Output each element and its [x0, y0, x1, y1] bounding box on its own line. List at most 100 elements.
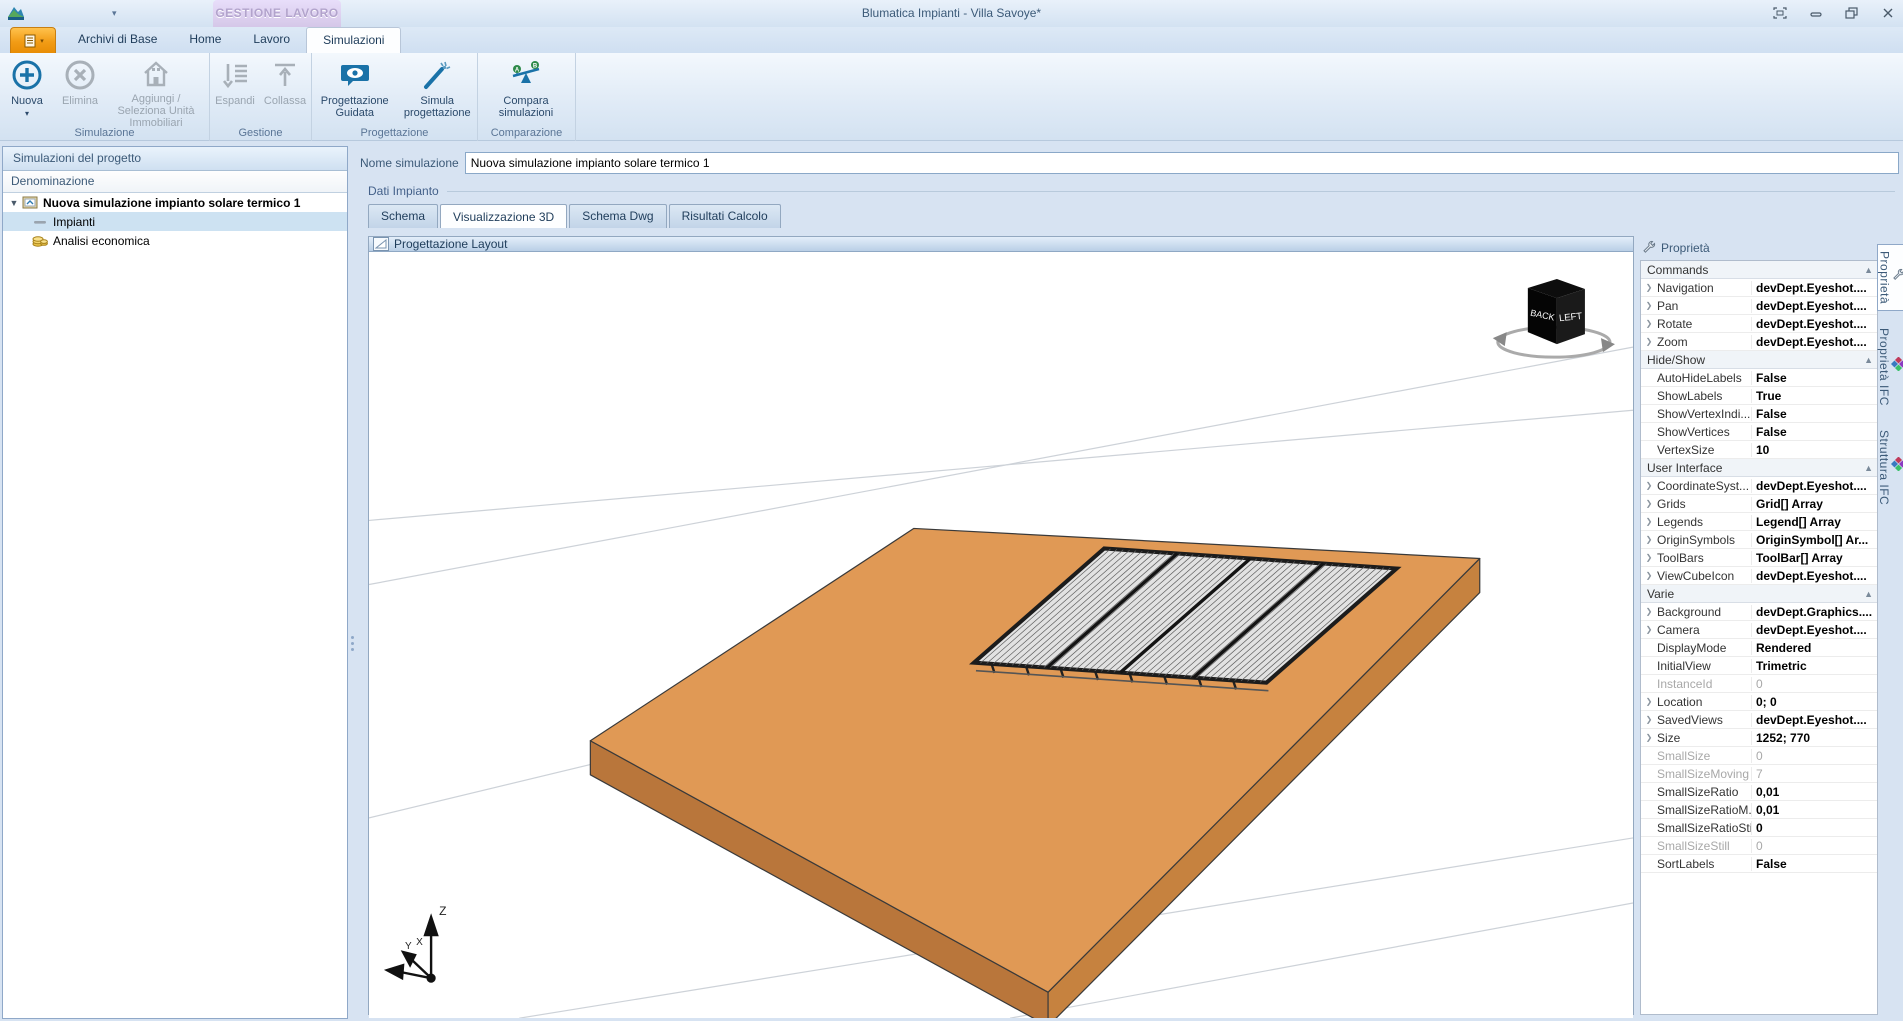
view-cube[interactable]: BACK LEFT [1493, 279, 1615, 357]
tab-simulazioni[interactable]: Simulazioni [306, 27, 401, 53]
property-value[interactable]: devDept.Eyeshot.... [1751, 569, 1877, 583]
property-value[interactable]: 7 [1751, 767, 1877, 781]
property-row[interactable]: DisplayModeRendered [1641, 639, 1877, 657]
property-value[interactable]: 0; 0 [1751, 695, 1877, 709]
tab-schema[interactable]: Schema [368, 204, 438, 228]
tree-item-analisi-economica[interactable]: Analisi economica [3, 231, 347, 250]
tab-risultati-calcolo[interactable]: Risultati Calcolo [669, 204, 781, 228]
compara-simulazioni-button[interactable]: AB Compara simulazioni [478, 56, 574, 123]
property-category[interactable]: Commands▲ [1641, 261, 1877, 279]
property-row[interactable]: ❯ZoomdevDept.Eyeshot.... [1641, 333, 1877, 351]
side-tab-proprieta[interactable]: Proprietà [1877, 244, 1903, 311]
expand-arrow-icon[interactable]: ❯ [1641, 697, 1657, 706]
property-value[interactable]: False [1751, 407, 1877, 421]
property-row[interactable]: ❯ToolBarsToolBar[] Array [1641, 549, 1877, 567]
property-value[interactable]: 0 [1751, 749, 1877, 763]
expand-arrow-icon[interactable]: ❯ [1641, 733, 1657, 742]
simulation-name-input[interactable] [465, 152, 1899, 174]
property-value[interactable]: devDept.Eyeshot.... [1751, 281, 1877, 295]
expand-arrow-icon[interactable]: ❯ [1641, 535, 1657, 544]
collapse-chevron-icon[interactable]: ▲ [1864, 265, 1873, 275]
nuova-button[interactable]: Nuova ▾ [0, 56, 54, 123]
property-value[interactable]: False [1751, 857, 1877, 871]
nuova-dropdown-icon[interactable]: ▾ [25, 108, 29, 120]
espandi-button[interactable]: Espandi [210, 56, 260, 123]
side-tab-struttura-ifc[interactable]: Struttura IFC [1876, 423, 1903, 512]
property-row[interactable]: SmallSize0 [1641, 747, 1877, 765]
property-row[interactable]: ❯RotatedevDept.Eyeshot.... [1641, 315, 1877, 333]
property-row[interactable]: ShowLabelsTrue [1641, 387, 1877, 405]
property-value[interactable]: devDept.Eyeshot.... [1751, 713, 1877, 727]
property-row[interactable]: SmallSizeRatioStill0 [1641, 819, 1877, 837]
property-row[interactable]: ❯Size1252; 770 [1641, 729, 1877, 747]
property-row[interactable]: ❯CoordinateSyst...devDept.Eyeshot.... [1641, 477, 1877, 495]
property-row[interactable]: ❯PandevDept.Eyeshot.... [1641, 297, 1877, 315]
expand-arrow-icon[interactable]: ❯ [1641, 481, 1657, 490]
property-value[interactable]: 10 [1751, 443, 1877, 457]
simula-progettazione-button[interactable]: Simula progettazione [397, 56, 477, 123]
collapse-chevron-icon[interactable]: ▲ [1864, 355, 1873, 365]
property-row[interactable]: VertexSize10 [1641, 441, 1877, 459]
collapse-chevron-icon[interactable]: ▲ [1864, 589, 1873, 599]
property-row[interactable]: ❯SavedViewsdevDept.Eyeshot.... [1641, 711, 1877, 729]
application-menu-button[interactable]: ▾ [10, 27, 56, 53]
expand-arrow-icon[interactable]: ❯ [1641, 499, 1657, 508]
progettazione-guidata-button[interactable]: Progettazione Guidata [312, 56, 397, 123]
property-row[interactable]: SmallSizeStill0 [1641, 837, 1877, 855]
tree-item-impianti[interactable]: Impianti [3, 212, 347, 231]
elimina-button[interactable]: Elimina [54, 56, 106, 123]
property-value[interactable]: 1252; 770 [1751, 731, 1877, 745]
property-row[interactable]: ShowVertexIndi...False [1641, 405, 1877, 423]
property-category[interactable]: Varie▲ [1641, 585, 1877, 603]
side-tab-proprieta-ifc[interactable]: Proprietà IFC [1876, 321, 1903, 413]
expand-arrow-icon[interactable]: ❯ [1641, 571, 1657, 580]
expand-arrow-icon[interactable]: ❯ [1641, 517, 1657, 526]
property-row[interactable]: AutoHideLabelsFalse [1641, 369, 1877, 387]
property-value[interactable]: False [1751, 371, 1877, 385]
property-value[interactable]: ToolBar[] Array [1751, 551, 1877, 565]
property-value[interactable]: Grid[] Array [1751, 497, 1877, 511]
restore-icon[interactable] [1841, 4, 1863, 22]
close-icon[interactable] [1877, 4, 1899, 22]
expand-arrow-icon[interactable]: ❯ [1641, 715, 1657, 724]
property-value[interactable]: Trimetric [1751, 659, 1877, 673]
property-row[interactable]: ❯NavigationdevDept.Eyeshot.... [1641, 279, 1877, 297]
property-row[interactable]: SortLabelsFalse [1641, 855, 1877, 873]
collassa-button[interactable]: Collassa [260, 56, 310, 123]
property-category[interactable]: User Interface▲ [1641, 459, 1877, 477]
property-value[interactable]: 0,01 [1751, 803, 1877, 817]
property-value[interactable]: devDept.Eyeshot.... [1751, 299, 1877, 313]
property-row[interactable]: ❯GridsGrid[] Array [1641, 495, 1877, 513]
property-value[interactable]: Legend[] Array [1751, 515, 1877, 529]
property-row[interactable]: SmallSizeRatio0,01 [1641, 783, 1877, 801]
property-value[interactable]: OriginSymbol[] Ar... [1751, 533, 1877, 547]
property-value[interactable]: 0 [1751, 839, 1877, 853]
property-row[interactable]: ❯LegendsLegend[] Array [1641, 513, 1877, 531]
property-value[interactable]: False [1751, 425, 1877, 439]
fullscreen-icon[interactable] [1769, 4, 1791, 22]
property-row[interactable]: ❯BackgrounddevDept.Graphics.... [1641, 603, 1877, 621]
property-row[interactable]: ❯ViewCubeIcondevDept.Eyeshot.... [1641, 567, 1877, 585]
tab-lavoro[interactable]: Lavoro [237, 27, 306, 53]
property-row[interactable]: ❯Location0; 0 [1641, 693, 1877, 711]
property-row[interactable]: SmallSizeRatioM...0,01 [1641, 801, 1877, 819]
property-value[interactable]: 0 [1751, 821, 1877, 835]
property-value[interactable]: devDept.Eyeshot.... [1751, 623, 1877, 637]
property-row[interactable]: InitialViewTrimetric [1641, 657, 1877, 675]
property-row[interactable]: ShowVerticesFalse [1641, 423, 1877, 441]
expand-arrow-icon[interactable]: ❯ [1641, 625, 1657, 634]
aggiungi-seleziona-button[interactable]: Aggiungi / Seleziona Unità Immobiliari [106, 56, 206, 123]
expand-arrow-icon[interactable]: ❯ [1641, 283, 1657, 292]
3d-viewport[interactable]: BACK LEFT Z Y X [369, 252, 1633, 1018]
minimize-icon[interactable] [1805, 4, 1827, 22]
chevron-down-icon[interactable]: ▼ [7, 198, 21, 208]
tree-column-header[interactable]: Denominazione [3, 171, 347, 193]
tab-home[interactable]: Home [173, 27, 237, 53]
property-row[interactable]: ❯CameradevDept.Eyeshot.... [1641, 621, 1877, 639]
property-value[interactable]: 0 [1751, 677, 1877, 691]
tab-visualizzazione-3d[interactable]: Visualizzazione 3D [440, 204, 567, 228]
expand-arrow-icon[interactable]: ❯ [1641, 607, 1657, 616]
property-category[interactable]: Hide/Show▲ [1641, 351, 1877, 369]
property-value[interactable]: Rendered [1751, 641, 1877, 655]
collapse-chevron-icon[interactable]: ▲ [1864, 463, 1873, 473]
